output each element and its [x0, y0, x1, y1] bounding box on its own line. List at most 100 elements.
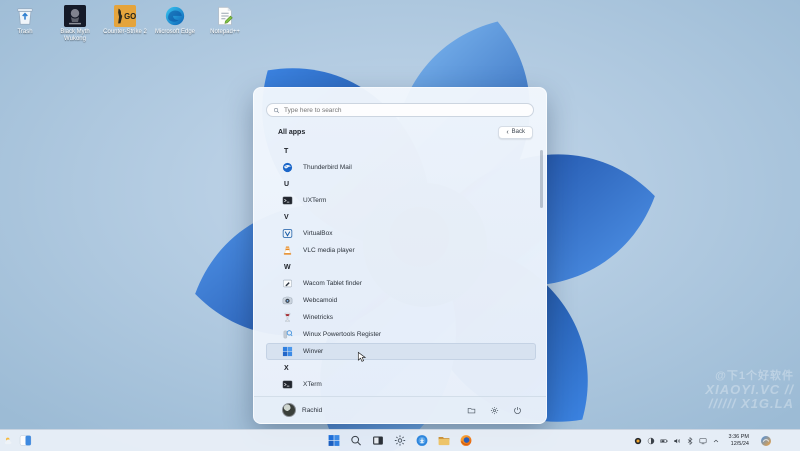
app-row-winux-powertools-register[interactable]: Winux Powertools Register: [266, 326, 536, 343]
virtualbox-icon: [282, 228, 293, 239]
app-label: Wacom Tablet finder: [303, 280, 362, 287]
desktop-icon-label: Counter-Strike 2: [103, 29, 147, 35]
file-explorer-icon: [438, 434, 451, 447]
section-header-T[interactable]: T: [266, 143, 536, 159]
wacom-icon: [282, 278, 293, 289]
start-menu: All apps ‹ Back T Thunderbird Mail U UXT…: [253, 87, 547, 424]
desktop-icon-microsoft-edge[interactable]: Microsoft Edge: [152, 5, 198, 43]
taskbar-clock[interactable]: 3:36 PM 12/5/24: [729, 434, 749, 447]
browser-icon: [460, 434, 473, 447]
all-apps-list: T Thunderbird Mail U UXTerm V VirtualBox…: [266, 143, 536, 395]
taskbar-file-explorer-button[interactable]: [435, 432, 454, 450]
app-row-vlc-media-player[interactable]: VLC media player: [266, 242, 536, 259]
taskbar-software-center-button[interactable]: [413, 432, 432, 450]
desktop-icon-trash[interactable]: Trash: [2, 5, 48, 43]
app-row-wacom-tablet-finder[interactable]: Wacom Tablet finder: [266, 275, 536, 292]
app-label: UXTerm: [303, 197, 327, 204]
bluetooth-icon[interactable]: [686, 436, 694, 445]
trash-icon: [14, 5, 36, 27]
app-label: VLC media player: [303, 247, 355, 254]
search-icon: [274, 107, 280, 113]
user-name: Rachid: [302, 406, 323, 414]
taskbar-center: [325, 430, 476, 451]
weather-icon[interactable]: [4, 436, 13, 445]
app-row-uxterm[interactable]: UXTerm: [266, 192, 536, 209]
taskbar-task-view-button[interactable]: [369, 432, 388, 450]
taskbar-settings-button[interactable]: [391, 432, 410, 450]
settings-icon: [394, 434, 407, 447]
section-header-W[interactable]: W: [266, 259, 536, 275]
app-row-winver[interactable]: Winver: [266, 343, 536, 360]
xterm-icon: [282, 379, 293, 390]
chevron-up-icon[interactable]: [712, 437, 720, 445]
tray-icons: [634, 436, 720, 445]
app-row-winetricks[interactable]: Winetricks: [266, 309, 536, 326]
clock-date: 12/5/24: [730, 440, 749, 447]
section-header-U[interactable]: U: [266, 176, 536, 192]
app-label: Webcamoid: [303, 297, 338, 304]
app-row-xterm[interactable]: XTerm: [266, 376, 536, 393]
desktop-icon-notepad-plus-plus[interactable]: Notepad++: [202, 5, 248, 43]
desktop-icon-label: Black Myth Wukong: [60, 29, 90, 43]
taskbar-browser-button[interactable]: [457, 432, 476, 450]
app-label: Winux Powertools Register: [303, 331, 382, 338]
app-row-virtualbox[interactable]: VirtualBox: [266, 225, 536, 242]
winver-icon: [282, 346, 293, 357]
vlc-icon: [282, 245, 293, 256]
folder-icon[interactable]: [467, 406, 476, 415]
search-icon: [350, 434, 363, 447]
all-apps-header: All apps ‹ Back: [278, 125, 533, 139]
desktop-icon-label: Microsoft Edge: [154, 29, 196, 35]
taskbar-start-button[interactable]: [325, 432, 344, 450]
counter-strike-2-icon: GO: [114, 5, 136, 27]
microsoft-edge-icon: [164, 5, 186, 27]
start-menu-footer: Rachid: [254, 396, 546, 423]
uxterm-icon: [282, 195, 293, 206]
taskbar-search-button[interactable]: [347, 432, 366, 450]
desktop-icon-counter-strike-2[interactable]: GO Counter-Strike 2: [102, 5, 148, 43]
chevron-left-icon: ‹: [506, 128, 509, 136]
webcamoid-icon: [282, 295, 293, 306]
software-center-icon: [416, 434, 429, 447]
avatar: [282, 403, 296, 417]
back-button[interactable]: ‹ Back: [498, 125, 533, 139]
volume-icon[interactable]: [673, 437, 681, 445]
clock-time: 3:36 PM: [728, 434, 749, 441]
search-input[interactable]: [284, 106, 527, 114]
orange-dot-icon[interactable]: [634, 437, 642, 445]
desktop: Trash Black Myth Wukong GO Counter-Strik…: [0, 0, 800, 451]
user-profile[interactable]: Rachid: [282, 403, 322, 417]
black-myth-wukong-icon: [64, 5, 86, 27]
desktop-icon-label: Notepad++: [210, 29, 240, 35]
footer-actions: [467, 406, 522, 415]
battery-icon[interactable]: [659, 437, 668, 445]
settings-icon[interactable]: [490, 406, 499, 415]
thunderbird-icon: [282, 162, 293, 173]
svg-text:GO: GO: [124, 12, 136, 21]
copilot-icon[interactable]: [760, 435, 772, 447]
power-icon[interactable]: [513, 406, 522, 415]
app-row-thunderbird-mail[interactable]: Thunderbird Mail: [266, 159, 536, 176]
taskbar-left: [4, 430, 32, 451]
cast-icon[interactable]: [699, 437, 707, 445]
scrollbar-thumb[interactable]: [540, 150, 543, 208]
taskbar: 3:36 PM 12/5/24: [0, 429, 800, 451]
desktop-icon-black-myth-wukong[interactable]: Black Myth Wukong: [52, 5, 98, 43]
desktop-icon-grid: Trash Black Myth Wukong GO Counter-Strik…: [2, 5, 248, 43]
app-label: Winver: [303, 348, 324, 355]
back-button-label: Back: [511, 129, 525, 135]
app-label: Winetricks: [303, 314, 333, 321]
section-header-X[interactable]: X: [266, 360, 536, 376]
start-icon: [328, 434, 341, 447]
all-apps-title: All apps: [278, 128, 306, 136]
system-tray: 3:36 PM 12/5/24: [634, 430, 772, 451]
notepad-plus-plus-icon: [214, 5, 236, 27]
app-label: XTerm: [303, 381, 322, 388]
app-row-webcamoid[interactable]: Webcamoid: [266, 292, 536, 309]
search-box[interactable]: [266, 103, 534, 117]
section-header-V[interactable]: V: [266, 209, 536, 225]
app-label: Thunderbird Mail: [303, 164, 352, 171]
task-view-icon: [372, 434, 385, 447]
widgets-icon[interactable]: [19, 434, 32, 447]
half-circle-icon[interactable]: [647, 437, 655, 445]
